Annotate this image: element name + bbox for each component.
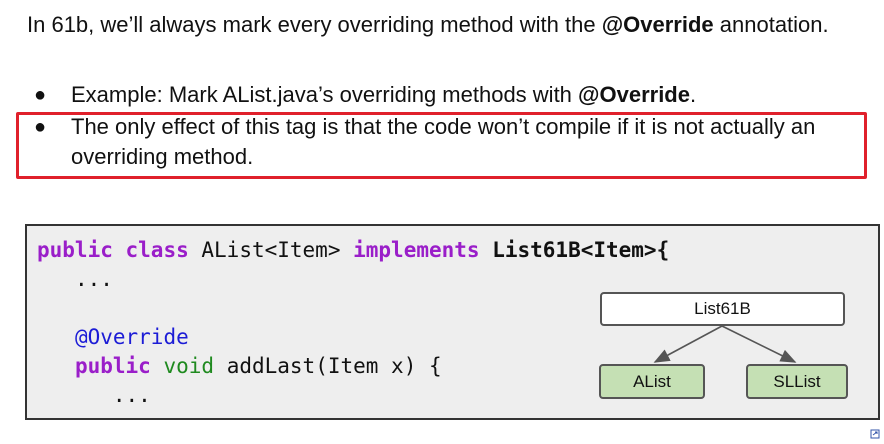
intro-text-before: In 61b, we’ll always mark every overridi… [27,12,602,37]
arrow-to-sllist [721,325,797,363]
code-kw-implements: implements [353,238,480,262]
code-interface-name: List61B<Item>{ [492,238,670,262]
code-kw-public-method: public [74,354,151,378]
code-class-name: AList<Item> [201,238,341,262]
diagram-node-alist: AList [599,364,705,399]
code-kw-public: public [37,238,113,262]
intro-bold-annotation: @Override [601,12,714,37]
bullet-example-after: . [689,82,697,107]
bullet-dot: ● [34,84,47,106]
code-method-signature: addLast(Item x) { [226,354,442,378]
code-text: public class AList<Item> implements List… [37,236,669,410]
inheritance-diagram: List61B AList SLList [597,286,857,406]
bullet-example-before: Example: Mark AList.java’s overriding me… [71,82,579,107]
bullet-example: ● Example: Mark AList.java’s overriding … [34,80,874,112]
diagram-node-sllist: SLList [746,364,848,399]
code-block: public class AList<Item> implements List… [25,224,880,420]
diagram-node-list61b: List61B [600,292,845,326]
code-void-type: void [163,354,215,378]
code-ellipsis-2: ... [112,383,151,407]
arrow-to-alist [653,325,723,363]
highlight-box [16,112,867,179]
intro-paragraph: In 61b, we’ll always mark every overridi… [27,9,867,40]
slide-link-icon[interactable] [870,429,880,441]
code-kw-class: class [125,238,189,262]
bullet-example-text: Example: Mark AList.java’s overriding me… [71,80,871,110]
intro-text-after: annotation. [713,12,829,37]
code-ellipsis-1: ... [74,267,113,291]
code-override-annotation: @Override [74,325,189,349]
bullet-example-bold: @Override [578,82,690,107]
